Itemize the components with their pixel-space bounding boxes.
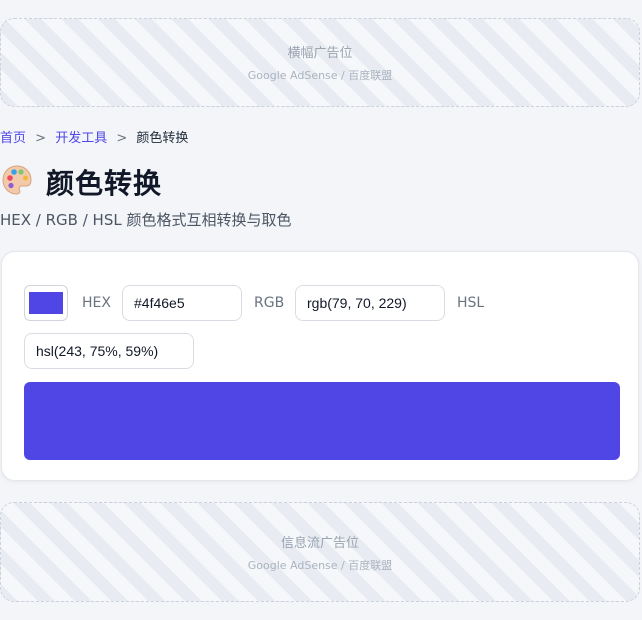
color-preview (24, 382, 620, 460)
breadcrumb-separator: > (35, 131, 47, 146)
hsl-input[interactable]: hsl(243, 75%, 59%) (24, 333, 194, 369)
breadcrumb-separator: > (116, 131, 128, 146)
color-converter-card: HEX #4f46e5 RGB rgb(79, 70, 229) HSL hsl… (1, 251, 639, 481)
feed-ad-title: 信息流广告位 (280, 535, 359, 551)
color-swatch (29, 292, 63, 314)
banner-ad-slot: 横幅广告位 Google AdSense / 百度联盟 (0, 18, 640, 107)
breadcrumb: 首页 > 开发工具 > 颜色转换 (0, 127, 188, 146)
banner-ad-title: 横幅广告位 (287, 46, 353, 61)
page-title: 颜色转换 (46, 167, 163, 200)
hex-input[interactable]: #4f46e5 (122, 285, 242, 321)
hex-label: HEX (82, 295, 111, 311)
color-picker[interactable] (24, 285, 68, 321)
hsl-label: HSL (457, 295, 485, 311)
page-header: 颜色转换 (0, 162, 162, 202)
breadcrumb-home-link[interactable]: 首页 (0, 131, 26, 146)
breadcrumb-dev-tools-link[interactable]: 开发工具 (55, 131, 107, 146)
page-subtitle: HEX / RGB / HSL 颜色格式互相转换与取色 (0, 211, 292, 229)
feed-ad-slot: 信息流广告位 Google AdSense / 百度联盟 (0, 502, 640, 602)
palette-icon (0, 163, 46, 201)
rgb-input[interactable]: rgb(79, 70, 229) (295, 285, 445, 321)
breadcrumb-current: 颜色转换 (136, 131, 189, 146)
rgb-label: RGB (254, 295, 285, 311)
banner-ad-subtitle: Google AdSense / 百度联盟 (247, 69, 393, 82)
feed-ad-subtitle: Google AdSense / 百度联盟 (247, 558, 393, 572)
